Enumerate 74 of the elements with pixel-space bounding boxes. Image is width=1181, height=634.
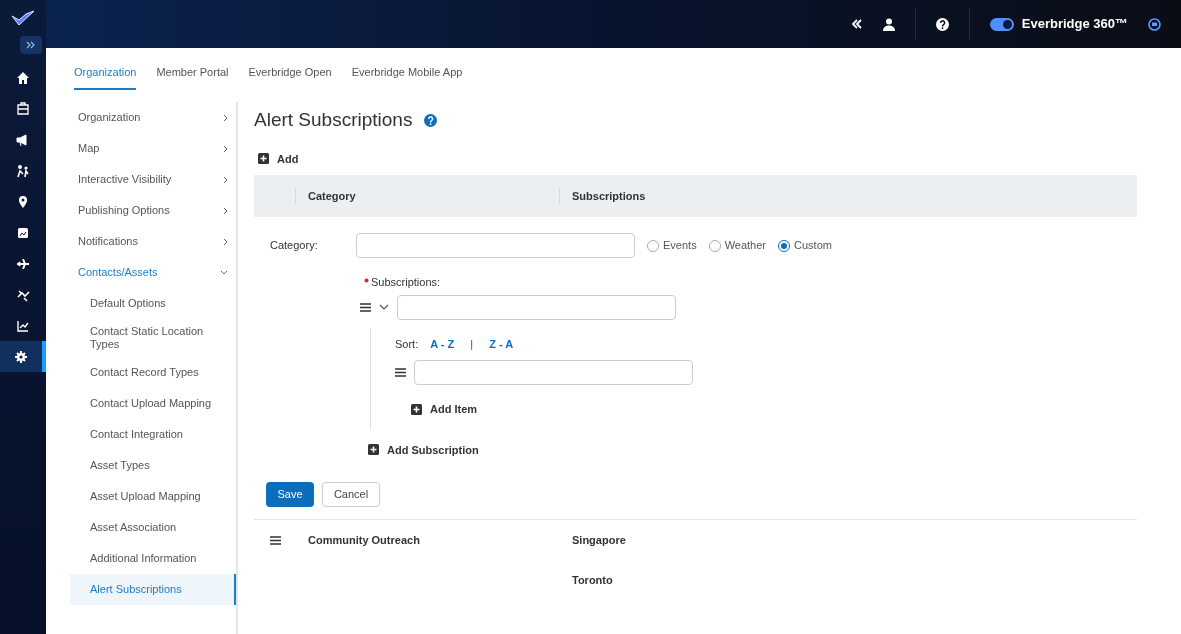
separator: |	[470, 336, 474, 352]
drag-handle-icon[interactable]	[395, 368, 406, 377]
sidebar-item[interactable]: Asset Association	[70, 512, 236, 543]
home-icon	[16, 70, 30, 85]
add-subscription-button[interactable]: Add Subscription	[368, 441, 479, 458]
image-icon	[16, 225, 30, 240]
radio-option[interactable]: Events	[647, 237, 697, 254]
sidebar-item[interactable]: Publishing Options	[70, 195, 236, 226]
sidebar-item[interactable]: Additional Information	[70, 543, 236, 574]
expand-button[interactable]	[20, 36, 42, 54]
double-chevron-right-icon	[26, 41, 36, 49]
sidebar-item[interactable]: Contacts/Assets	[70, 257, 236, 288]
sidebar-item[interactable]: Contact Upload Mapping	[70, 388, 236, 419]
category-input[interactable]	[356, 233, 635, 258]
subscription-input[interactable]	[397, 294, 676, 320]
airplane-icon	[16, 256, 30, 271]
table-cell: Toronto	[572, 573, 613, 586]
sidebar-item[interactable]: Default Options	[70, 288, 236, 319]
people-icon	[16, 163, 30, 178]
sidebar-item[interactable]: Asset Types	[70, 450, 236, 481]
line-chart-icon	[16, 318, 30, 333]
help-icon[interactable]	[935, 17, 949, 31]
add-button[interactable]: Add	[258, 150, 299, 167]
chevron-down-icon[interactable]	[379, 304, 389, 310]
chevron-right-icon	[223, 113, 228, 122]
field-label: Category:	[270, 238, 319, 254]
chevron-right-icon	[223, 175, 228, 184]
field-label: Subscriptions:	[364, 274, 1137, 291]
user-icon[interactable]	[882, 17, 895, 31]
cancel-button[interactable]: Cancel	[322, 482, 380, 507]
product-name: Everbridge 360™	[1021, 15, 1128, 34]
chat-icon[interactable]	[1148, 17, 1161, 31]
sort-link[interactable]: Z - A	[489, 335, 514, 352]
item-input[interactable]	[414, 360, 693, 385]
sidebar-item[interactable]: Interactive Visibility	[70, 164, 236, 195]
sidebar-item[interactable]: Alert Subscriptions	[70, 574, 236, 605]
rail-button[interactable]	[0, 341, 46, 372]
location-pin-icon	[16, 194, 30, 209]
toggle-switch[interactable]	[989, 17, 1014, 31]
tab[interactable]: Member Portal	[156, 63, 229, 90]
sidebar-item[interactable]: Contact Integration	[70, 419, 236, 450]
sidebar-item[interactable]: Organization	[70, 102, 236, 133]
column-header: Category	[308, 188, 356, 204]
chevron-right-icon	[223, 206, 228, 215]
table-cell: Singapore	[572, 533, 626, 546]
settings-icon	[14, 349, 28, 364]
radio-option[interactable]: Weather	[708, 237, 766, 254]
megaphone-icon	[16, 132, 30, 147]
sidebar-item[interactable]: Map	[70, 133, 236, 164]
chevron-right-icon	[223, 237, 228, 246]
plus-square-icon	[411, 403, 422, 415]
sort-link[interactable]: A - Z	[430, 335, 455, 352]
sidebar-item[interactable]: Asset Upload Mapping	[70, 481, 236, 512]
save-button[interactable]: Save	[266, 482, 314, 507]
plus-square-icon	[368, 444, 379, 456]
add-item-button[interactable]: Add Item	[411, 401, 478, 418]
drag-handle-icon[interactable]	[360, 302, 371, 312]
page-title: Alert Subscriptions	[254, 108, 413, 132]
sort-label: Sort:	[395, 336, 419, 352]
sidebar-item[interactable]: Contact Record Types	[70, 357, 236, 388]
table-cell: Community Outreach	[308, 533, 420, 546]
sidebar-item[interactable]: Contact Static Location Types	[70, 319, 236, 357]
tab[interactable]: Everbridge Mobile App	[351, 63, 463, 90]
plus-square-icon	[258, 153, 269, 165]
double-chevron-left-icon[interactable]	[850, 19, 863, 29]
chevron-down-icon	[220, 270, 228, 275]
tab[interactable]: Organization	[74, 63, 137, 90]
radio-option[interactable]: Custom	[778, 237, 832, 254]
column-header: Subscriptions	[572, 189, 646, 202]
briefcase-icon	[16, 101, 30, 116]
sidebar-item[interactable]: Notifications	[70, 226, 236, 257]
tab[interactable]: Everbridge Open	[248, 63, 332, 90]
chevron-right-icon	[223, 144, 228, 153]
drag-handle-icon[interactable]	[270, 535, 281, 545]
